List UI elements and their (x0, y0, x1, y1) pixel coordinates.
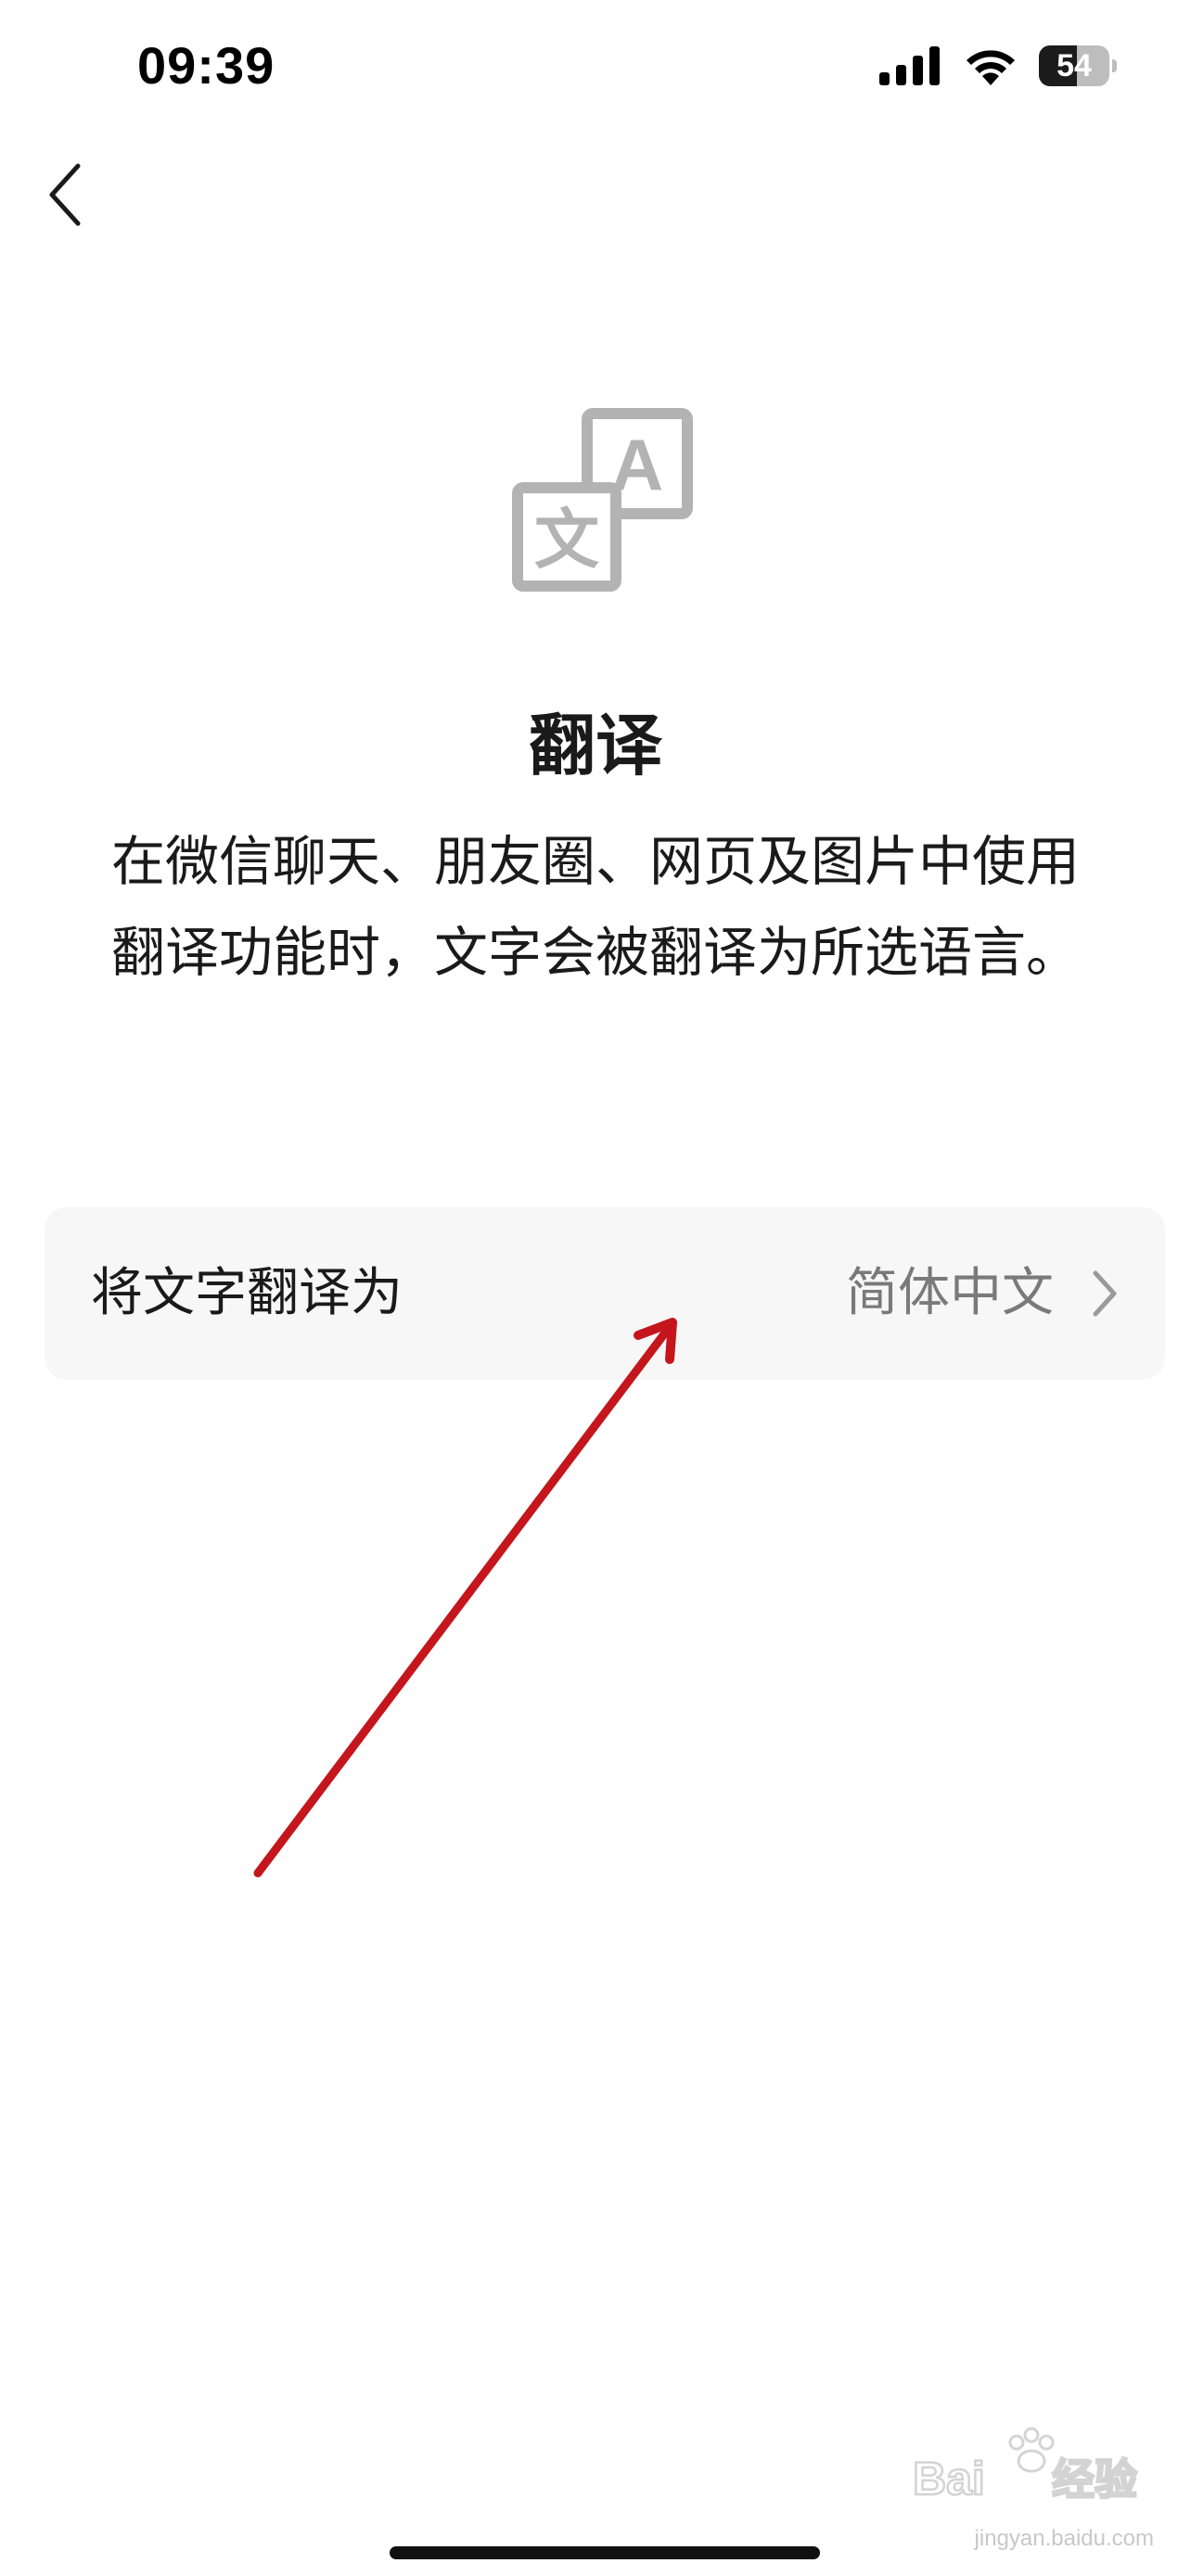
translate-target-language-row[interactable]: 将文字翻译为 简体中文 (45, 1207, 1165, 1380)
watermark-url: jingyan.baidu.com (974, 2526, 1154, 2551)
status-bar: 09:39 54 (0, 0, 1191, 139)
translate-icon: A 文 (512, 408, 693, 592)
setting-label: 将文字翻译为 (91, 1263, 403, 1323)
page-description: 在微信聊天、朋友圈、网页及图片中使用翻译功能时，文字会被翻译为所选语言。 (110, 830, 1080, 984)
home-indicator[interactable] (390, 2546, 820, 2559)
illustration-glyph-front: 文 (534, 502, 599, 578)
chevron-left-icon (49, 163, 81, 226)
watermark-logo-text: Bai (913, 2453, 985, 2505)
chevron-right-icon (1093, 1270, 1117, 1317)
page-title: 翻译 (528, 707, 662, 784)
battery-level: 54 (1057, 48, 1092, 83)
back-button[interactable] (37, 158, 93, 232)
baidu-jingyan-watermark: Bai 经验 (913, 2427, 1138, 2506)
watermark-logo-text-2: 经验 (1052, 2455, 1137, 2505)
wifi-icon (967, 50, 1015, 85)
status-time: 09:39 (137, 36, 275, 95)
status-icons: 54 (877, 45, 1117, 87)
cellular-signal-icon (879, 46, 940, 85)
setting-value: 简体中文 (846, 1263, 1054, 1323)
battery-icon: 54 (1039, 45, 1117, 86)
